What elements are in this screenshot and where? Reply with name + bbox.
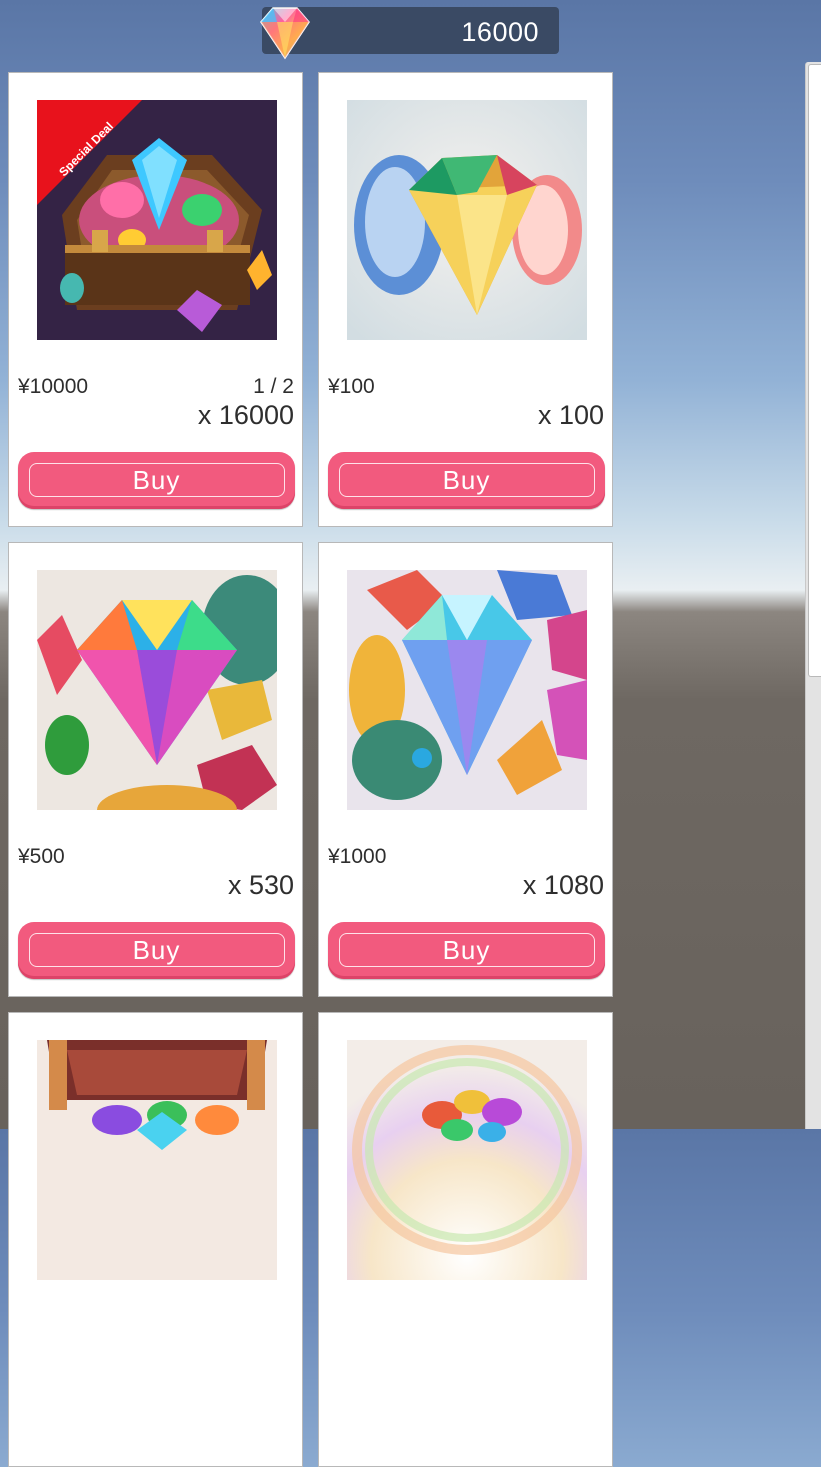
treasure-chest-image: Special Deal [37,100,277,340]
buy-button-label: Buy [442,935,491,965]
buy-button-label: Buy [132,465,181,495]
gem-quantity-label: x 16000 [197,400,294,430]
buy-button-label: Buy [132,935,181,965]
shop-item-card: ¥100 x 100 Buy [318,72,613,527]
buy-button[interactable]: Buy [18,922,295,979]
scrollbar-thumb[interactable] [808,64,821,677]
gem-quantity-label: x 100 [537,400,604,430]
price-label: ¥10000 [18,375,89,398]
gem-quantity-label: x 1080 [522,870,604,900]
buy-button-label: Buy [442,465,491,495]
gem-pile-image [347,100,587,340]
price-label: ¥500 [18,845,65,868]
rainbow-gem-icon [253,2,317,60]
rainbow-gem-heap-image [347,1040,587,1280]
currency-amount: 16000 [461,17,539,47]
buy-button[interactable]: Buy [328,452,605,509]
rainbow-diamond-image [37,570,277,810]
shop-item-card: ¥1000 x 1080 Buy [318,542,613,997]
buy-button[interactable]: Buy [18,452,295,509]
open-treasure-chest-image [37,1040,277,1280]
price-label: ¥100 [328,375,375,398]
crystal-diamond-image [347,570,587,810]
buy-button[interactable]: Buy [328,922,605,979]
purchase-limit-label: 1 / 2 [253,375,294,398]
shop-item-card: Special Deal ¥10000 1 / 2 x 16000 Buy [8,72,303,527]
shop-item-card: ¥500 x 530 Buy [8,542,303,997]
shop-item-card [318,1012,613,1467]
shop-item-card [8,1012,303,1467]
gem-quantity-label: x 530 [227,870,294,900]
price-label: ¥1000 [328,845,387,868]
